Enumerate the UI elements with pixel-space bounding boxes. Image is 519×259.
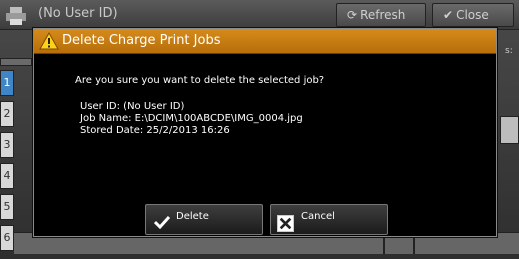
row-number-list: 1 2 3 4 5 6 [0,70,14,256]
refresh-button[interactable]: ⟳ Refresh [336,3,426,27]
delete-confirm-dialog: Delete Charge Print Jobs Are you sure yo… [33,28,497,237]
warning-icon [39,32,59,50]
user-id-text: User ID: (No User ID) [80,101,185,112]
stored-date-text: Stored Date: 25/2/2013 16:26 [80,125,230,136]
close-label: Close [456,8,489,22]
delete-button[interactable]: Delete [145,204,263,235]
cancel-button[interactable]: Cancel [270,204,388,235]
row-number-3[interactable]: 3 [0,132,14,158]
check-icon [154,215,170,229]
row-number-1[interactable]: 1 [0,70,14,96]
refresh-label: Refresh [360,8,406,22]
row-number-6[interactable]: 6 [0,225,14,251]
printer-icon [6,7,26,25]
row-number-5[interactable]: 5 [0,194,14,220]
confirm-message: Are you sure you want to delete the sele… [75,75,325,86]
background-right-label: s: [505,46,513,56]
dialog-titlebar: Delete Charge Print Jobs [34,29,496,54]
job-name-text: Job Name: E:\DCIM\100ABCDE\IMG_0004.jpg [80,113,303,124]
background-header: (No User ID) ⟳ Refresh ✔ Close [0,0,519,30]
refresh-icon: ⟳ [347,8,358,22]
cancel-label: Cancel [301,211,335,222]
row-number-4[interactable]: 4 [0,163,14,189]
row-number-2[interactable]: 2 [0,101,14,127]
close-button[interactable]: ✔ Close [432,3,514,27]
delete-label: Delete [176,211,209,222]
background-tab [0,58,32,66]
x-icon [277,215,294,232]
background-scroll-strip[interactable] [500,116,519,144]
background-title: (No User ID) [38,6,118,21]
dialog-title: Delete Charge Print Jobs [62,33,221,48]
check-icon: ✔ [443,8,454,22]
